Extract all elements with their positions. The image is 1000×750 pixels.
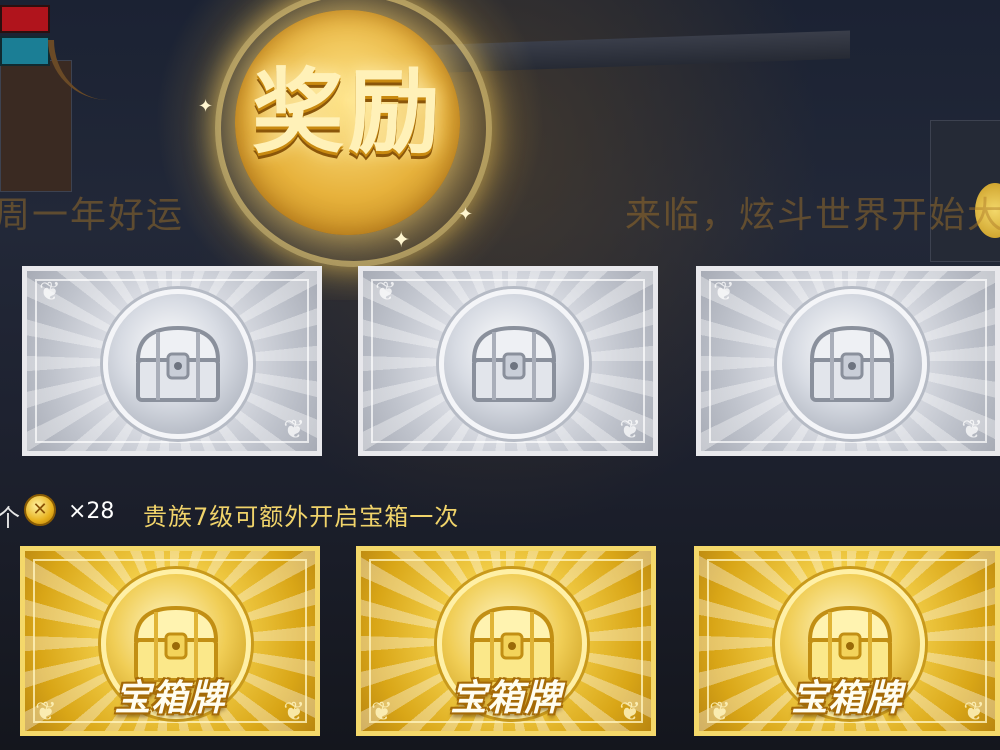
hud-energy-bar	[0, 36, 50, 66]
chest-card-label: 宝箱牌	[114, 678, 226, 719]
chest-medallion	[103, 289, 253, 439]
sparkle-icon: ✦	[198, 96, 214, 117]
scrolling-announcement: 周一年好运 来临，炫斗世界开始大	[0, 192, 1000, 240]
coin-quantity: ×28	[68, 499, 115, 524]
open-cost-row: 个 ✕ ×28 贵族7级可额外开启宝箱一次	[0, 494, 1000, 534]
background-building-left	[0, 60, 72, 192]
gold-chest-card-2[interactable]: ❦ ❦ 宝箱牌	[356, 546, 656, 736]
cloud-ornament-icon: ❦	[39, 277, 61, 307]
announcement-text-right: 来临，炫斗世界开始大	[625, 195, 1000, 236]
gold-coin-icon: ✕	[24, 494, 56, 526]
hud-health-bar	[0, 5, 50, 33]
silver-chest-card-1[interactable]: ❦ ❦	[22, 266, 322, 456]
chest-card-label: 宝箱牌	[450, 678, 562, 719]
announcement-text-left: 周一年好运	[0, 195, 185, 236]
sparkle-icon: ✦	[458, 204, 474, 225]
unit-label: 个	[0, 504, 20, 532]
treasure-chest-icon	[809, 325, 895, 402]
sparkle-icon: ✦	[392, 228, 411, 253]
chest-card-label: 宝箱牌	[791, 678, 903, 719]
chest-medallion	[777, 289, 927, 439]
cloud-ornament-icon: ❦	[283, 415, 305, 445]
background-roof	[420, 30, 850, 74]
cloud-ornament-icon: ❦	[961, 415, 983, 445]
gold-chest-card-3[interactable]: ❦ ❦ 宝箱牌	[694, 546, 1000, 736]
silver-chest-card-2[interactable]: ❦ ❦	[358, 266, 658, 456]
vip-bonus-note: 贵族7级可额外开启宝箱一次	[143, 503, 460, 531]
chest-medallion	[439, 289, 589, 439]
treasure-chest-icon	[135, 325, 221, 402]
cloud-ornament-icon: ❦	[713, 277, 735, 307]
cloud-ornament-icon: ❦	[619, 415, 641, 445]
gold-chest-card-1[interactable]: ❦ ❦ 宝箱牌	[20, 546, 320, 736]
cloud-ornament-icon: ❦	[375, 277, 397, 307]
treasure-chest-icon	[471, 325, 557, 402]
silver-chest-card-3[interactable]: ❦ ❦	[696, 266, 1000, 456]
reward-title: 奖励	[251, 59, 444, 166]
